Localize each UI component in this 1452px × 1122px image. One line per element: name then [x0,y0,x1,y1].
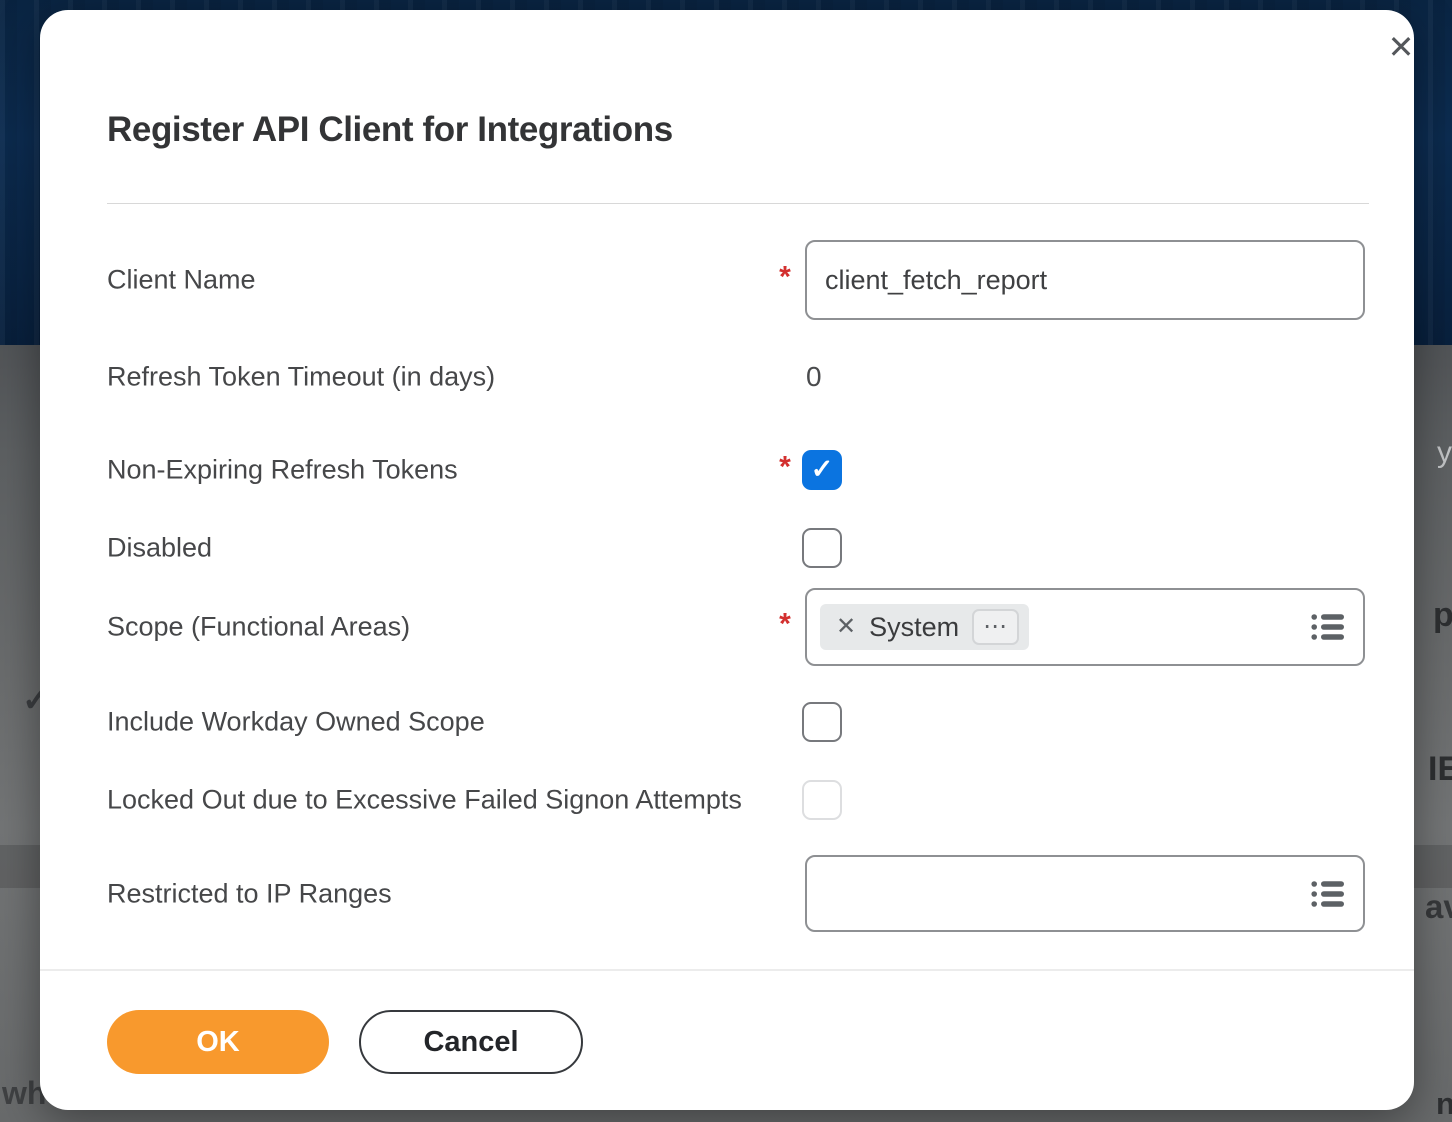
required-asterisk: * [779,260,791,294]
dialog-title: Register API Client for Integrations [107,110,673,149]
field-restricted-to-ip-ranges: Restricted to IP Ranges [107,855,1407,932]
backdrop-text-fragment: av [1425,888,1452,925]
scope-tag-system: ✕ System ⋯ [820,604,1030,650]
field-include-workday-owned-scope: Include Workday Owned Scope [107,702,1407,742]
disabled-checkbox[interactable] [802,528,842,568]
locked-out-checkbox [802,780,842,820]
screen: wh ✓ y p IE av n ✕ Register API Client f… [0,0,1452,1122]
non-expiring-refresh-tokens-checkbox[interactable]: ✓ [802,450,842,490]
scope-multiselect-input[interactable]: ✕ System ⋯ [805,588,1365,666]
scope-label: Scope (Functional Areas) [107,611,411,642]
backdrop-text-fragment: IE [1428,750,1452,788]
ip-ranges-multiselect-input[interactable] [805,855,1365,932]
disabled-label: Disabled [107,532,213,563]
include-workday-owned-scope-label: Include Workday Owned Scope [107,706,485,737]
restricted-to-ip-ranges-label: Restricted to IP Ranges [107,878,392,908]
footer-divider [40,969,1414,971]
scope-tag-label: System [869,611,960,642]
checkmark-icon: ✓ [810,453,834,484]
required-asterisk: * [779,607,791,641]
cancel-button[interactable]: Cancel [359,1010,583,1074]
field-disabled: Disabled [107,528,1407,568]
prompt-list-icon[interactable] [1311,879,1345,909]
backdrop-text-fragment: n [1436,1086,1452,1121]
non-expiring-refresh-tokens-label: Non-Expiring Refresh Tokens [107,454,458,485]
close-button[interactable]: ✕ [1378,24,1424,70]
register-api-client-dialog: ✕ Register API Client for Integrations C… [40,10,1414,1110]
backdrop-text-fragment: y [1437,436,1452,469]
refresh-token-timeout-value: 0 [806,361,822,392]
backdrop-text-fragment: p [1433,596,1452,634]
field-client-name: Client Name * [107,240,1407,320]
close-icon: ✕ [1387,29,1415,65]
field-refresh-token-timeout: Refresh Token Timeout (in days) 0 [107,350,1407,404]
ok-button[interactable]: OK [107,1010,329,1074]
required-asterisk: * [779,450,791,484]
field-scope: Scope (Functional Areas) * ✕ System ⋯ [107,588,1407,666]
field-non-expiring-refresh-tokens: Non-Expiring Refresh Tokens * ✓ [107,450,1407,490]
client-name-label: Client Name [107,264,256,295]
refresh-token-timeout-label: Refresh Token Timeout (in days) [107,361,496,392]
remove-tag-icon[interactable]: ✕ [836,615,856,639]
client-name-input[interactable] [805,240,1365,320]
include-workday-owned-scope-checkbox[interactable] [802,702,842,742]
title-divider [107,203,1369,204]
locked-out-label: Locked Out due to Excessive Failed Signo… [107,784,742,815]
prompt-list-icon[interactable] [1311,612,1345,642]
field-locked-out: Locked Out due to Excessive Failed Signo… [107,780,1407,820]
tag-more-button[interactable]: ⋯ [972,609,1020,645]
